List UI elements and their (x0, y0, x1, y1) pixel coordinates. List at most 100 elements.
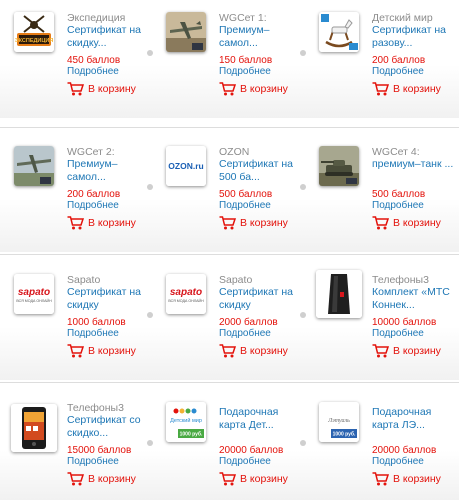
add-to-cart-button[interactable]: В корзину (88, 473, 136, 485)
product-title-link[interactable]: Сертификат на разову... (372, 24, 454, 50)
product-price: 2000 баллов (219, 317, 278, 328)
product-price: 450 баллов (67, 55, 121, 66)
product-title-link[interactable]: Сертификат на 500 ба... (219, 158, 301, 184)
cart-icon[interactable] (372, 216, 389, 230)
expedition-logo-thumb[interactable]: ЭКСПЕДИЦИЯ (14, 12, 54, 52)
more-link[interactable]: Подробнее (372, 200, 424, 211)
add-to-cart-button[interactable]: В корзину (393, 473, 441, 485)
more-link[interactable]: Подробнее (372, 66, 424, 77)
svg-text:1000 руб.: 1000 руб. (333, 431, 356, 438)
phone-thumb[interactable] (11, 404, 57, 452)
sapato-logo-thumb[interactable]: sapato ВСЯ МОДА ОНЛАЙН (166, 274, 206, 314)
add-to-cart-button[interactable]: В корзину (88, 83, 136, 95)
cart-icon[interactable] (67, 472, 84, 486)
svg-text:sapato: sapato (18, 287, 50, 298)
more-link[interactable]: Подробнее (67, 200, 119, 211)
sapato-logo-icon: sapato ВСЯ МОДА ОНЛАЙН (166, 274, 206, 314)
product-price: 1000 баллов (67, 317, 126, 328)
catalog-row: Телефоны3 Сертификат со скидко... 15000 … (0, 390, 459, 500)
product-title-link[interactable]: Премиум–самол... (67, 158, 149, 184)
product-card: sapato ВСЯ МОДА ОНЛАЙН Sapato Сертификат… (0, 262, 150, 380)
expedition-logo-icon: ЭКСПЕДИЦИЯ (14, 12, 54, 52)
product-card: OZON.ru OZON Сертификат на 500 ба... 500… (152, 134, 302, 252)
ozon-logo-icon: OZON.ru (166, 146, 206, 186)
add-to-cart-button[interactable]: В корзину (393, 345, 441, 357)
add-to-cart-button[interactable]: В корзину (240, 345, 288, 357)
more-link[interactable]: Подробнее (219, 456, 271, 467)
phone-icon (11, 404, 57, 452)
cart-icon[interactable] (372, 344, 389, 358)
modem-icon (316, 270, 362, 318)
detmir-thumb[interactable] (319, 12, 359, 52)
product-title-link[interactable]: Сертификат на скидку (67, 286, 149, 312)
product-title-link[interactable]: Сертификат на скидку (219, 286, 301, 312)
cart-icon[interactable] (219, 216, 236, 230)
cart-icon[interactable] (67, 344, 84, 358)
wg-plane-thumb[interactable] (14, 146, 54, 186)
sapato-logo-icon: sapato ВСЯ МОДА ОНЛАЙН (14, 274, 54, 314)
product-title-link[interactable]: Сертификат на скидку... (67, 24, 149, 50)
product-title-link[interactable]: премиум–танк ... (372, 158, 454, 171)
product-price: 500 баллов (219, 189, 273, 200)
tank-icon (319, 146, 359, 186)
product-title-link[interactable]: Сертификат со скидко... (67, 414, 149, 440)
add-to-cart-button[interactable]: В корзину (393, 217, 441, 229)
product-title-link[interactable]: Комплект «МТС Коннек... (372, 286, 454, 312)
cart-icon[interactable] (219, 344, 236, 358)
product-card: Детский мир Сертификат на разову... 200 … (305, 0, 455, 118)
product-card: WGСет 1: Премиум–самол... 150 баллов Под… (152, 0, 302, 118)
row-divider (0, 254, 459, 255)
cart-icon[interactable] (219, 472, 236, 486)
detmir-gift-card-thumb[interactable]: Детский мир 1000 руб. (166, 402, 206, 442)
svg-text:1000 руб.: 1000 руб. (180, 431, 203, 438)
product-price: 10000 баллов (372, 317, 437, 328)
wg-tank-thumb[interactable] (319, 146, 359, 186)
product-vendor: WGСет 2: (67, 146, 115, 158)
add-to-cart-button[interactable]: В корзину (393, 83, 441, 95)
gift-card-icon: Лэтуаль 1000 руб. (319, 402, 359, 442)
svg-text:ЭКСПЕДИЦИЯ: ЭКСПЕДИЦИЯ (15, 38, 54, 44)
cart-icon[interactable] (219, 82, 236, 96)
more-link[interactable]: Подробнее (372, 456, 424, 467)
more-link[interactable]: Подробнее (219, 200, 271, 211)
product-card: ЭКСПЕДИЦИЯ Экспедиция Сертификат на скид… (0, 0, 150, 118)
catalog-row: WGСет 2: Премиум–самол... 200 баллов Под… (0, 134, 459, 252)
product-title-link[interactable]: Премиум–самол... (219, 24, 301, 50)
add-to-cart-button[interactable]: В корзину (240, 83, 288, 95)
add-to-cart-button[interactable]: В корзину (240, 473, 288, 485)
plane-icon (166, 12, 206, 52)
svg-text:sapato: sapato (170, 287, 202, 298)
svg-text:ВСЯ МОДА ОНЛАЙН: ВСЯ МОДА ОНЛАЙН (168, 299, 204, 303)
ozon-logo-thumb[interactable]: OZON.ru (166, 146, 206, 186)
row-divider (0, 382, 459, 383)
add-to-cart-button[interactable]: В корзину (88, 217, 136, 229)
more-link[interactable]: Подробнее (67, 328, 119, 339)
modem-thumb[interactable] (316, 270, 362, 318)
product-card: Детский мир 1000 руб. Подарочная карта Д… (152, 390, 302, 500)
product-price: 150 баллов (219, 55, 273, 66)
catalog-row: sapato ВСЯ МОДА ОНЛАЙН Sapato Сертификат… (0, 262, 459, 380)
more-link[interactable]: Подробнее (67, 456, 119, 467)
cart-icon[interactable] (67, 216, 84, 230)
product-vendor: Sapato (67, 274, 101, 286)
gift-card-icon: Детский мир 1000 руб. (166, 402, 206, 442)
product-title-link[interactable]: Подарочная карта ЛЭ... (372, 406, 454, 432)
product-price: 15000 баллов (67, 445, 132, 456)
more-link[interactable]: Подробнее (219, 328, 271, 339)
more-link[interactable]: Подробнее (372, 328, 424, 339)
add-to-cart-button[interactable]: В корзину (240, 217, 288, 229)
svg-text:OZON.ru: OZON.ru (168, 161, 203, 171)
more-link[interactable]: Подробнее (219, 66, 271, 77)
add-to-cart-button[interactable]: В корзину (88, 345, 136, 357)
cart-icon[interactable] (372, 82, 389, 96)
cart-icon[interactable] (372, 472, 389, 486)
product-card: Лэтуаль 1000 руб. Подарочная карта ЛЭ...… (305, 390, 455, 500)
wg-plane-thumb[interactable] (166, 12, 206, 52)
product-price: 20000 баллов (372, 445, 437, 456)
more-link[interactable]: Подробнее (67, 66, 119, 77)
letual-gift-card-thumb[interactable]: Лэтуаль 1000 руб. (319, 402, 359, 442)
cart-icon[interactable] (67, 82, 84, 96)
sapato-logo-thumb[interactable]: sapato ВСЯ МОДА ОНЛАЙН (14, 274, 54, 314)
product-vendor: OZON (219, 146, 250, 158)
product-title-link[interactable]: Подарочная карта Дет... (219, 406, 301, 432)
